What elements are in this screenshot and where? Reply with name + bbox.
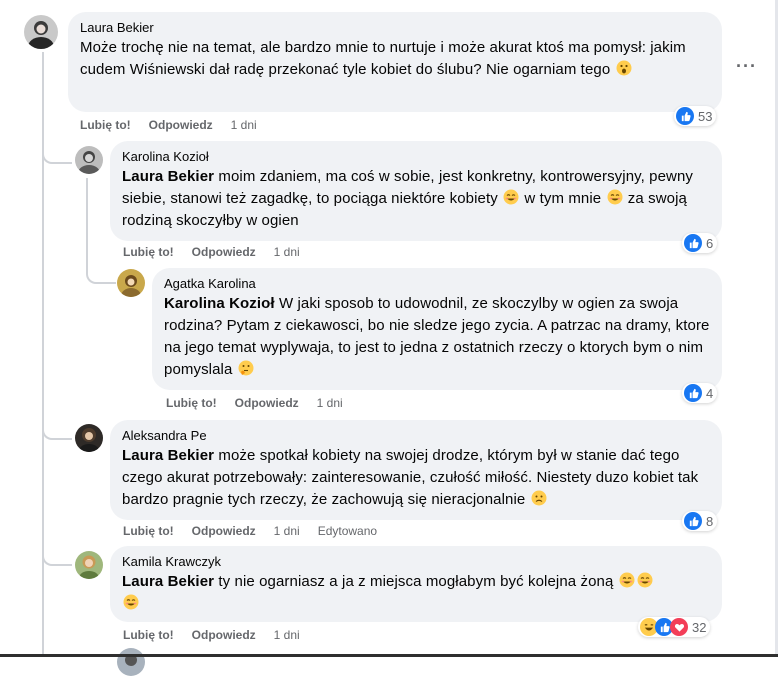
- comment-text: Laura Bekier moim zdaniem, ma coś w sobi…: [122, 168, 694, 229]
- comment-bubble: Laura Bekier Może trochę nie na temat, a…: [68, 12, 722, 112]
- comment-actions: Lubię to! Odpowiedz 1 dni: [166, 396, 361, 410]
- mention-link[interactable]: Laura Bekier: [122, 168, 214, 185]
- comment-timestamp[interactable]: 1 dni: [231, 118, 257, 132]
- avatar[interactable]: [117, 648, 145, 676]
- avatar[interactable]: [117, 269, 145, 297]
- reply-button[interactable]: Odpowiedz: [235, 396, 299, 410]
- thread-connector: [42, 545, 72, 566]
- comment-author[interactable]: Agatka Karolina: [164, 276, 710, 292]
- comment-actions: Lubię to! Odpowiedz 1 dni: [123, 628, 318, 642]
- comment-author[interactable]: Kamila Krawczyk: [122, 554, 710, 570]
- like-reaction-icon: [676, 107, 694, 125]
- love-reaction-icon: [670, 618, 688, 636]
- reaction-count: 32: [692, 619, 707, 635]
- comment-bubble: Agatka Karolina Karolina Kozioł W jaki s…: [152, 268, 722, 390]
- mention-link[interactable]: Laura Bekier: [122, 573, 214, 590]
- grin-emoji: [619, 572, 635, 588]
- comment-author[interactable]: Karolina Kozioł: [122, 149, 710, 165]
- like-reaction-icon: [684, 512, 702, 530]
- comment-actions: Lubię to! Odpowiedz 1 dni Edytowano: [123, 524, 395, 538]
- reaction-summary[interactable]: 32: [638, 617, 711, 637]
- comment-bubble: Aleksandra Pe Laura Bekier może spotkał …: [110, 420, 722, 520]
- grin-emoji: [637, 572, 653, 588]
- comment-timestamp[interactable]: 1 dni: [274, 524, 300, 538]
- more-icon[interactable]: ···: [736, 56, 757, 77]
- reaction-summary[interactable]: 4: [682, 383, 718, 403]
- reaction-count: 4: [706, 385, 714, 401]
- comment-text: Laura Bekier ty nie ogarniasz a ja z mie…: [122, 571, 710, 615]
- thinking-emoji: [238, 360, 254, 376]
- comment-author[interactable]: Laura Bekier: [80, 20, 710, 36]
- like-button[interactable]: Lubię to!: [80, 118, 131, 132]
- smile-emoji: [607, 189, 623, 205]
- thread-connector: [42, 140, 72, 164]
- like-reaction-icon: [684, 234, 702, 252]
- comment-author[interactable]: Aleksandra Pe: [122, 428, 710, 444]
- avatar[interactable]: [24, 15, 58, 49]
- comment-timestamp[interactable]: 1 dni: [274, 245, 300, 259]
- reaction-count: 6: [706, 235, 714, 251]
- comment-timestamp[interactable]: 1 dni: [274, 628, 300, 642]
- reply-button[interactable]: Odpowiedz: [149, 118, 213, 132]
- comment-bubble: Karolina Kozioł Laura Bekier moim zdanie…: [110, 141, 722, 241]
- grin-emoji: [123, 594, 139, 610]
- like-reaction-icon: [684, 384, 702, 402]
- frown-emoji: [531, 490, 547, 506]
- comment-text: Może trochę nie na temat, ale bardzo mni…: [80, 39, 686, 78]
- comment-actions: Lubię to! Odpowiedz 1 dni: [80, 118, 275, 132]
- like-button[interactable]: Lubię to!: [166, 396, 217, 410]
- reaction-summary[interactable]: 6: [682, 233, 718, 253]
- like-button[interactable]: Lubię to!: [123, 245, 174, 259]
- reaction-count: 53: [698, 108, 713, 124]
- edited-label[interactable]: Edytowano: [318, 524, 377, 538]
- thread-connector: [42, 420, 72, 440]
- reaction-count: 8: [706, 513, 714, 529]
- smile-emoji: [503, 189, 519, 205]
- avatar[interactable]: [75, 551, 103, 579]
- avatar[interactable]: [75, 424, 103, 452]
- comment-text: Laura Bekier może spotkał kobiety na swo…: [122, 447, 699, 508]
- reply-button[interactable]: Odpowiedz: [192, 245, 256, 259]
- comment-actions: Lubię to! Odpowiedz 1 dni: [123, 245, 318, 259]
- thread-connector: [86, 262, 116, 284]
- comment-bubble: Kamila Krawczyk Laura Bekier ty nie ogar…: [110, 546, 722, 622]
- comment-text: Karolina Kozioł W jaki sposob to udowodn…: [164, 295, 710, 378]
- mention-link[interactable]: Karolina Kozioł: [164, 295, 275, 312]
- like-button[interactable]: Lubię to!: [123, 628, 174, 642]
- mention-link[interactable]: Laura Bekier: [122, 447, 214, 464]
- thread-line: [86, 178, 88, 270]
- comment-timestamp[interactable]: 1 dni: [317, 396, 343, 410]
- reply-button[interactable]: Odpowiedz: [192, 628, 256, 642]
- avatar[interactable]: [75, 146, 103, 174]
- astonished-emoji: [616, 60, 632, 76]
- reply-button[interactable]: Odpowiedz: [192, 524, 256, 538]
- reaction-summary[interactable]: 8: [682, 511, 718, 531]
- like-button[interactable]: Lubię to!: [123, 524, 174, 538]
- reaction-summary[interactable]: 53: [674, 106, 717, 126]
